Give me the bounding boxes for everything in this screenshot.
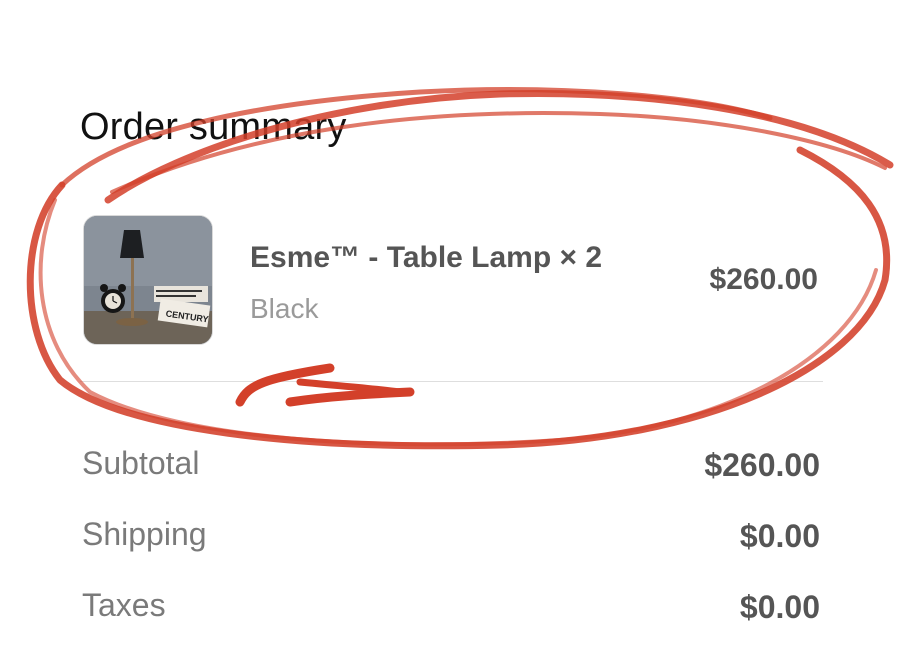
product-name: Esme™ - Table Lamp × 2 (250, 241, 603, 274)
subtotal-value: $260.00 (704, 447, 820, 483)
shipping-row: Shipping $0.00 (80, 516, 820, 556)
shipping-label: Shipping (82, 516, 207, 552)
order-line-item: CENTURY Esme™ - Table Lamp × 2 Black $26… (83, 215, 823, 345)
summary-divider (80, 381, 823, 382)
order-summary-title: Order summary (80, 106, 347, 148)
taxes-value: $0.00 (739, 589, 820, 625)
product-thumbnail: CENTURY (83, 215, 213, 345)
taxes-label: Taxes (82, 587, 166, 623)
table-lamp-product-image: CENTURY (84, 216, 212, 344)
subtotal-label: Subtotal (82, 445, 200, 481)
order-summary-page: Order summary CENTURY Esme™ - Table Lamp… (0, 0, 900, 657)
subtotal-row: Subtotal $260.00 (80, 445, 820, 485)
shipping-value: $0.00 (739, 518, 820, 554)
taxes-row: Taxes $0.00 (80, 587, 820, 627)
product-price: $260.00 (709, 263, 818, 296)
product-variant: Black (250, 293, 319, 324)
annotation-arrow (235, 363, 415, 407)
